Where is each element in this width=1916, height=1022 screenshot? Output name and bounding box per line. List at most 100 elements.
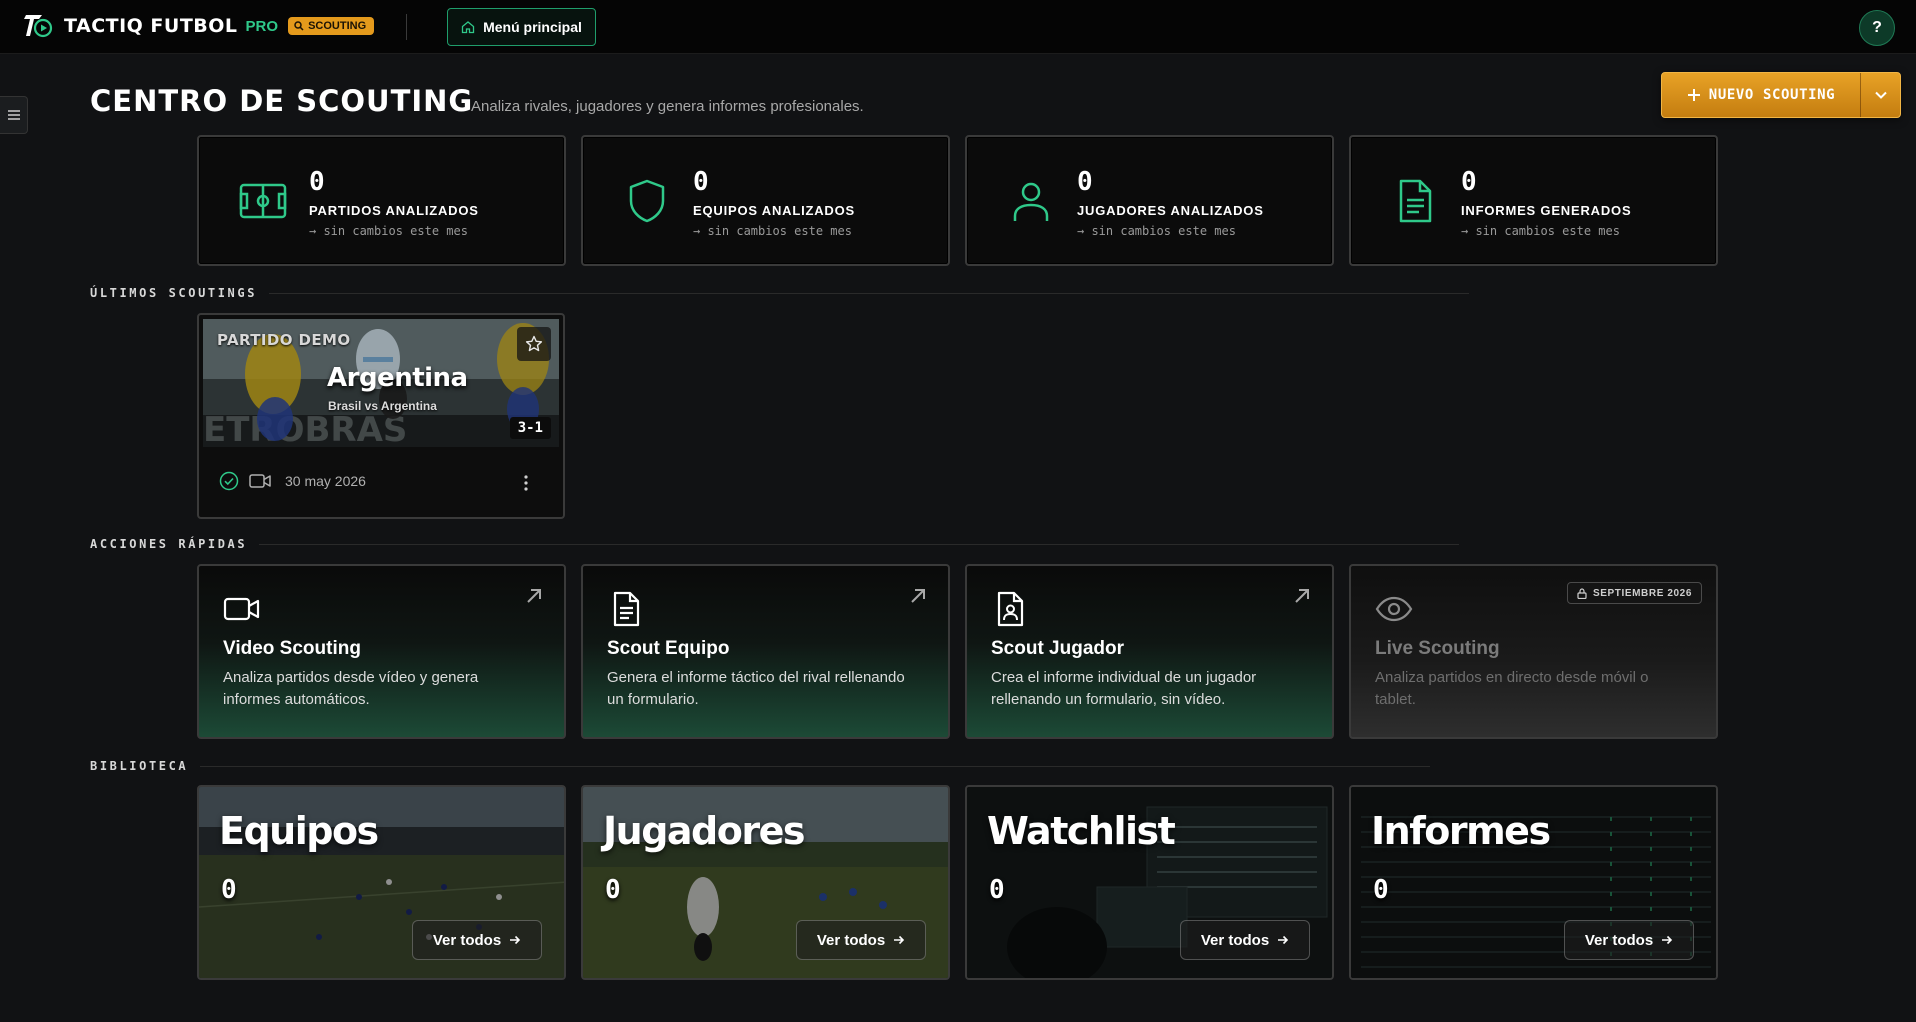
scouting-title: Argentina xyxy=(327,363,468,393)
stat-label: EQUIPOS ANALIZADOS xyxy=(693,203,855,218)
arrow-up-right-icon xyxy=(911,589,925,603)
view-all-button[interactable]: Ver todos xyxy=(1180,920,1310,960)
menu-icon xyxy=(7,110,20,120)
library-count: 0 xyxy=(605,875,621,905)
section-rule xyxy=(269,292,1470,294)
stat-label: PARTIDOS ANALIZADOS xyxy=(309,203,479,218)
top-bar: TACTIQ FUTBOL PRO SCOUTING Menú principa… xyxy=(0,0,1916,54)
action-title: Video Scouting xyxy=(223,638,361,659)
library-watchlist[interactable]: Watchlist 0 Ver todos xyxy=(965,785,1334,980)
action-scout-team[interactable]: Scout Equipo Genera el informe táctico d… xyxy=(581,564,950,739)
arrow-up-right-icon xyxy=(527,589,541,603)
section-recent-heading: ÚLTIMOS SCOUTINGS xyxy=(90,286,1470,300)
stat-value: 0 xyxy=(1077,167,1093,197)
stat-delta: → sin cambios este mes xyxy=(1077,224,1236,238)
section-title: ACCIONES RÁPIDAS xyxy=(90,537,248,551)
availability-badge-label: SEPTIEMBRE 2026 xyxy=(1592,587,1692,599)
view-all-button[interactable]: Ver todos xyxy=(412,920,542,960)
scouting-more-button[interactable] xyxy=(511,471,541,495)
view-all-label: Ver todos xyxy=(1200,931,1270,949)
stat-delta: → sin cambios este mes xyxy=(693,224,852,238)
action-title: Live Scouting xyxy=(1375,638,1500,659)
stat-card-reports: 0 INFORMES GENERADOS → sin cambios este … xyxy=(1349,135,1718,266)
view-all-label: Ver todos xyxy=(1584,931,1654,949)
library-title: Watchlist xyxy=(987,809,1176,853)
stat-label: JUGADORES ANALIZADOS xyxy=(1077,203,1264,218)
action-description: Analiza partidos en directo desde móvil … xyxy=(1375,669,1649,708)
library-count: 0 xyxy=(989,875,1005,905)
action-live-scouting: SEPTIEMBRE 2026 Live Scouting Analiza pa… xyxy=(1349,564,1718,739)
view-all-label: Ver todos xyxy=(432,931,502,949)
view-all-button[interactable]: Ver todos xyxy=(1564,920,1694,960)
stat-value: 0 xyxy=(1461,167,1477,197)
action-description: Crea el informe individual de un jugador… xyxy=(991,669,1257,708)
favorite-button[interactable] xyxy=(517,327,551,361)
section-rule xyxy=(200,765,1431,767)
stat-delta: → sin cambios este mes xyxy=(309,224,468,238)
page-subtitle: Analiza rivales, jugadores y genera info… xyxy=(471,98,864,115)
new-scouting-dropdown[interactable] xyxy=(1860,73,1900,117)
scouting-card[interactable]: ETROBRAS PARTIDO DEMO Argentina Brasil v… xyxy=(197,313,565,519)
action-scout-player[interactable]: Scout Jugador Crea el informe individual… xyxy=(965,564,1334,739)
scouting-score: 3-1 xyxy=(509,417,551,439)
player-file-icon xyxy=(997,591,1024,627)
stat-delta: → sin cambios este mes xyxy=(1461,224,1620,238)
main-menu-button[interactable]: Menú principal xyxy=(447,8,596,46)
brand-name: TACTIQ FUTBOL xyxy=(64,15,238,37)
arrow-right-icon xyxy=(1278,935,1289,945)
arrow-right-icon xyxy=(1662,935,1673,945)
scouting-card-footer: 30 may 2026 xyxy=(219,471,366,491)
video-icon xyxy=(249,474,271,488)
action-title: Scout Equipo xyxy=(607,638,730,659)
plus-icon xyxy=(1687,89,1700,101)
scouting-tag: PARTIDO DEMO xyxy=(217,331,351,349)
action-title: Scout Jugador xyxy=(991,638,1125,659)
logo-icon xyxy=(24,15,53,38)
star-icon xyxy=(525,335,543,352)
video-icon xyxy=(223,597,260,621)
shield-icon xyxy=(629,179,665,223)
library-teams[interactable]: Equipos 0 Ver todos xyxy=(197,785,566,980)
section-quick-heading: ACCIONES RÁPIDAS xyxy=(90,537,1460,551)
new-scouting-main[interactable]: NUEVO SCOUTING xyxy=(1662,87,1860,103)
check-circle-icon xyxy=(219,471,239,491)
module-badge: SCOUTING xyxy=(288,17,375,35)
arrow-up-right-icon xyxy=(1295,589,1309,603)
action-video-scouting[interactable]: Video Scouting Analiza partidos desde ví… xyxy=(197,564,566,739)
document-icon xyxy=(613,591,640,627)
scouting-card-image: ETROBRAS PARTIDO DEMO Argentina Brasil v… xyxy=(203,319,559,447)
view-all-label: Ver todos xyxy=(816,931,886,949)
user-icon xyxy=(1013,182,1049,221)
logo[interactable]: TACTIQ FUTBOL PRO SCOUTING xyxy=(24,12,375,40)
library-count: 0 xyxy=(1373,875,1389,905)
brand-pro: PRO xyxy=(245,17,279,35)
stat-value: 0 xyxy=(309,167,325,197)
arrow-right-icon xyxy=(510,935,521,945)
arrow-right-icon xyxy=(894,935,905,945)
sidebar-toggle[interactable] xyxy=(0,96,28,134)
new-scouting-button[interactable]: NUEVO SCOUTING xyxy=(1661,72,1901,118)
action-description: Analiza partidos desde vídeo y genera in… xyxy=(223,669,479,708)
stat-label: INFORMES GENERADOS xyxy=(1461,203,1632,218)
section-title: BIBLIOTECA xyxy=(90,759,189,773)
scouting-match: Brasil vs Argentina xyxy=(328,399,437,413)
library-players[interactable]: Jugadores 0 Ver todos xyxy=(581,785,950,980)
more-vertical-icon xyxy=(524,475,528,491)
document-icon xyxy=(1399,179,1432,223)
availability-badge: SEPTIEMBRE 2026 xyxy=(1566,582,1702,604)
lock-icon xyxy=(1577,587,1587,599)
topbar-divider xyxy=(406,14,407,40)
stat-card-matches: 0 PARTIDOS ANALIZADOS → sin cambios este… xyxy=(197,135,566,266)
eye-icon xyxy=(1375,596,1413,622)
section-title: ÚLTIMOS SCOUTINGS xyxy=(90,286,258,300)
view-all-button[interactable]: Ver todos xyxy=(796,920,926,960)
home-icon xyxy=(461,21,475,34)
stat-value: 0 xyxy=(693,167,709,197)
library-reports[interactable]: Informes 0 Ver todos xyxy=(1349,785,1718,980)
library-title: Informes xyxy=(1371,809,1551,853)
section-rule xyxy=(259,543,1460,545)
search-icon xyxy=(294,21,304,31)
page-title: CENTRO DE SCOUTING xyxy=(90,84,474,118)
stat-card-teams: 0 EQUIPOS ANALIZADOS → sin cambios este … xyxy=(581,135,950,266)
help-button[interactable]: ? xyxy=(1859,10,1895,46)
